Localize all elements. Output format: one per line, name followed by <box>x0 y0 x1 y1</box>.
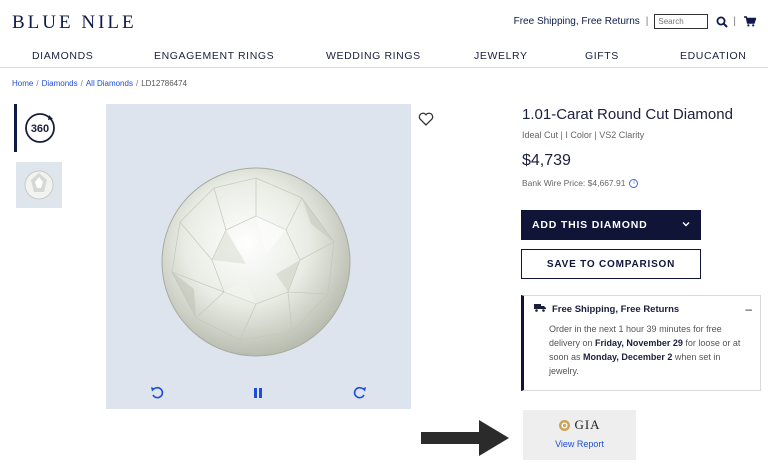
collapse-icon[interactable]: – <box>745 302 752 316</box>
main-nav: DIAMONDS ENGAGEMENT RINGS WEDDING RINGS … <box>0 48 768 68</box>
nav-wedding-rings[interactable]: WEDDING RINGS <box>326 50 421 62</box>
delivery-date-loose: Friday, November 29 <box>595 338 683 348</box>
viewer-controls <box>106 381 411 409</box>
divider: | <box>645 16 649 27</box>
breadcrumb: Home / Diamonds / All Diamonds / LD12786474 <box>12 79 187 88</box>
divider: | <box>733 16 736 27</box>
product-specs: Ideal Cut | I Color | VS2 Clarity <box>522 130 645 140</box>
add-diamond-label: ADD THIS DIAMOND <box>532 219 648 231</box>
thumbnail-360[interactable]: 360 <box>14 104 62 152</box>
cart-icon[interactable] <box>744 16 756 27</box>
pause-icon[interactable] <box>252 386 264 404</box>
rotate-right-icon[interactable] <box>353 386 367 405</box>
diamond-image <box>161 167 351 357</box>
bank-wire-price-text: Bank Wire Price: $4,667.91 <box>522 178 626 188</box>
product-price: $4,739 <box>522 152 571 169</box>
utility-bar: Free Shipping, Free Returns | | <box>514 14 756 29</box>
nav-diamonds[interactable]: DIAMONDS <box>32 50 93 62</box>
brand-logo[interactable]: BLUE NILE <box>12 12 137 34</box>
nav-gifts[interactable]: GIFTS <box>585 50 619 62</box>
rotate-left-icon[interactable] <box>150 386 164 405</box>
gia-logo: GIA <box>558 417 600 433</box>
nav-education[interactable]: EDUCATION <box>680 50 746 62</box>
shipping-panel: Free Shipping, Free Returns – Order in t… <box>521 295 761 391</box>
add-diamond-button[interactable]: ADD THIS DIAMOND <box>521 210 701 240</box>
diamond-thumbnail-image <box>24 170 54 200</box>
rotate-360-icon: 360 <box>24 113 55 143</box>
product-title: 1.01-Carat Round Cut Diamond <box>522 106 733 123</box>
breadcrumb-home[interactable]: Home <box>12 79 33 88</box>
thumbnail-360-label: 360 <box>30 123 48 135</box>
bank-wire-price: Bank Wire Price: $4,667.91 i <box>522 178 639 188</box>
breadcrumb-separator: / <box>36 79 39 88</box>
info-icon[interactable]: i <box>629 178 639 188</box>
search-icon[interactable] <box>716 16 729 28</box>
search-input[interactable] <box>654 14 709 29</box>
heart-icon[interactable] <box>418 112 434 131</box>
breadcrumb-diamonds[interactable]: Diamonds <box>42 79 78 88</box>
shipping-link[interactable]: Free Shipping, Free Returns <box>514 16 640 27</box>
shipping-panel-header[interactable]: Free Shipping, Free Returns – <box>534 302 752 316</box>
gia-seal-icon <box>559 419 571 431</box>
truck-icon <box>534 303 546 315</box>
breadcrumb-separator: / <box>80 79 83 88</box>
gia-report-card[interactable]: GIA View Report <box>523 410 636 460</box>
shipping-panel-title: Free Shipping, Free Returns <box>552 303 680 315</box>
breadcrumb-separator: / <box>135 79 139 88</box>
gia-logo-text: GIA <box>574 417 601 432</box>
chevron-down-icon[interactable] <box>681 219 691 232</box>
arrow-right-icon <box>421 420 511 461</box>
view-report-link[interactable]: View Report <box>555 439 604 449</box>
delivery-date-set: Monday, December 2 <box>583 352 673 362</box>
nav-engagement-rings[interactable]: ENGAGEMENT RINGS <box>154 50 274 62</box>
diamond-viewer[interactable] <box>106 104 411 409</box>
thumbnail-diamond[interactable] <box>16 162 62 208</box>
breadcrumb-all-diamonds[interactable]: All Diamonds <box>86 79 133 88</box>
breadcrumb-current: LD12786474 <box>141 79 188 88</box>
shipping-panel-text: Order in the next 1 hour 39 minutes for … <box>549 322 750 378</box>
nav-jewelry[interactable]: JEWELRY <box>474 50 528 62</box>
save-to-comparison-button[interactable]: SAVE TO COMPARISON <box>521 249 701 279</box>
